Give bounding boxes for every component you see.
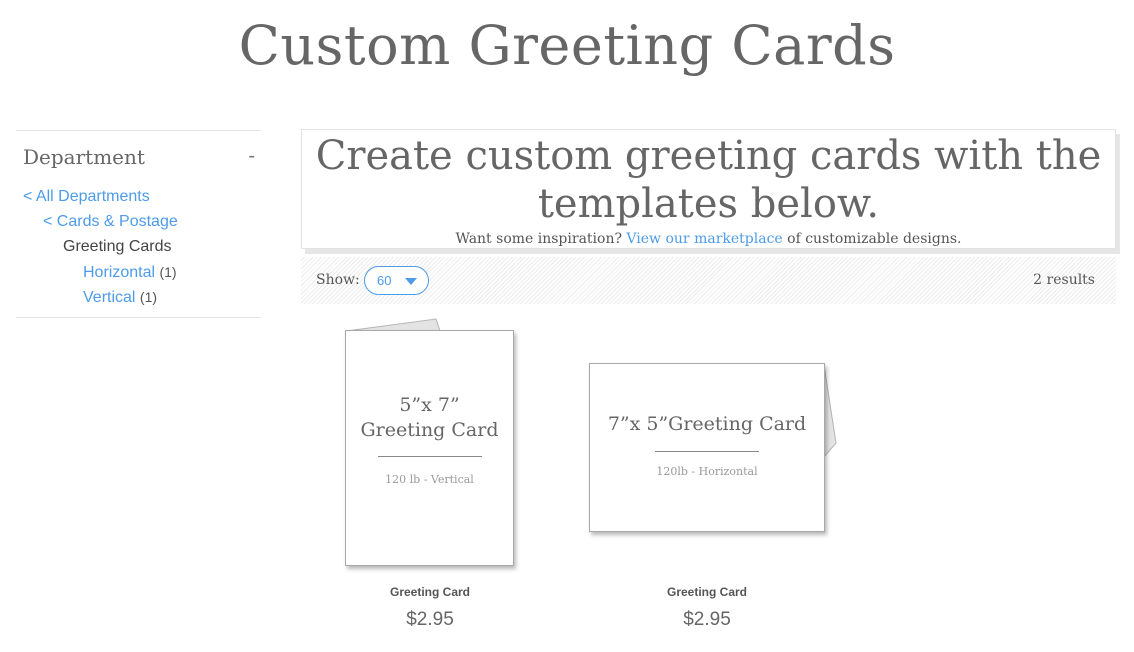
thumb-title-line2: Greeting Card xyxy=(360,419,499,441)
banner-headline-line1: Create custom greeting cards with the xyxy=(315,133,1102,179)
product-price: $2.95 xyxy=(683,609,731,630)
results-count: 2 results xyxy=(1033,272,1095,288)
all-departments-link[interactable]: < All Departments xyxy=(23,188,150,205)
thumb-title-line1: 5”x 7” xyxy=(399,394,460,416)
dept-item-vertical[interactable]: Vertical (1) xyxy=(23,287,178,312)
thumb-divider xyxy=(377,456,482,457)
dept-item-all-departments[interactable]: < All Departments xyxy=(23,187,178,212)
thumb-subtitle: 120lb - Horizontal xyxy=(656,465,758,478)
department-list: < All Departments < Cards & Postage Gree… xyxy=(23,187,178,312)
product-thumbnail[interactable]: 7”x 5”Greeting Card 120lb - Horizontal xyxy=(589,363,825,532)
department-sidebar: Department - < All Departments < Cards &… xyxy=(16,130,261,318)
product-card-horizontal[interactable]: 7”x 5”Greeting Card 120lb - Horizontal G… xyxy=(578,315,838,635)
vertical-link[interactable]: Vertical xyxy=(83,289,135,306)
horizontal-count: (1) xyxy=(159,264,177,280)
thumb-subtitle: 120 lb - Vertical xyxy=(385,473,474,486)
page-title: Custom Greeting Cards xyxy=(238,14,896,77)
caret-down-icon xyxy=(405,278,417,285)
dept-item-cards-postage[interactable]: < Cards & Postage xyxy=(23,212,178,237)
department-header: Department - xyxy=(23,145,255,175)
collapse-toggle[interactable]: - xyxy=(248,145,255,168)
results-toolbar: Show: 60 2 results xyxy=(301,257,1116,304)
product-card-vertical[interactable]: 5”x 7” Greeting Card 120 lb - Vertical G… xyxy=(330,315,530,635)
dept-item-horizontal[interactable]: Horizontal (1) xyxy=(23,262,178,287)
banner-sub-prefix: Want some inspiration? xyxy=(455,231,627,247)
vertical-count: (1) xyxy=(139,289,158,305)
horizontal-link[interactable]: Horizontal xyxy=(83,264,155,281)
dept-item-greeting-cards: Greeting Cards xyxy=(23,237,178,262)
thumb-title: 7”x 5”Greeting Card xyxy=(607,413,807,435)
product-name[interactable]: Greeting Card xyxy=(330,585,530,599)
banner-headline: Create custom greeting cards with the te… xyxy=(302,130,1115,228)
product-thumbnail[interactable]: 5”x 7” Greeting Card 120 lb - Vertical xyxy=(345,330,514,566)
banner-sub-suffix: of customizable designs. xyxy=(782,231,962,247)
cards-postage-link[interactable]: < Cards & Postage xyxy=(43,213,178,230)
show-label: Show: xyxy=(316,272,360,288)
department-heading: Department xyxy=(23,145,145,169)
greeting-cards-current: Greeting Cards xyxy=(63,238,172,255)
marketplace-link[interactable]: View our marketplace xyxy=(626,231,782,247)
intro-banner: Create custom greeting cards with the te… xyxy=(301,129,1116,249)
product-price: $2.95 xyxy=(406,609,454,630)
product-name[interactable]: Greeting Card xyxy=(607,585,807,599)
thumb-divider xyxy=(655,451,759,452)
per-page-select[interactable]: 60 xyxy=(364,266,429,295)
banner-headline-line2: templates below. xyxy=(537,181,880,227)
per-page-value: 60 xyxy=(377,273,392,288)
banner-subtext: Want some inspiration? View our marketpl… xyxy=(302,231,1115,247)
